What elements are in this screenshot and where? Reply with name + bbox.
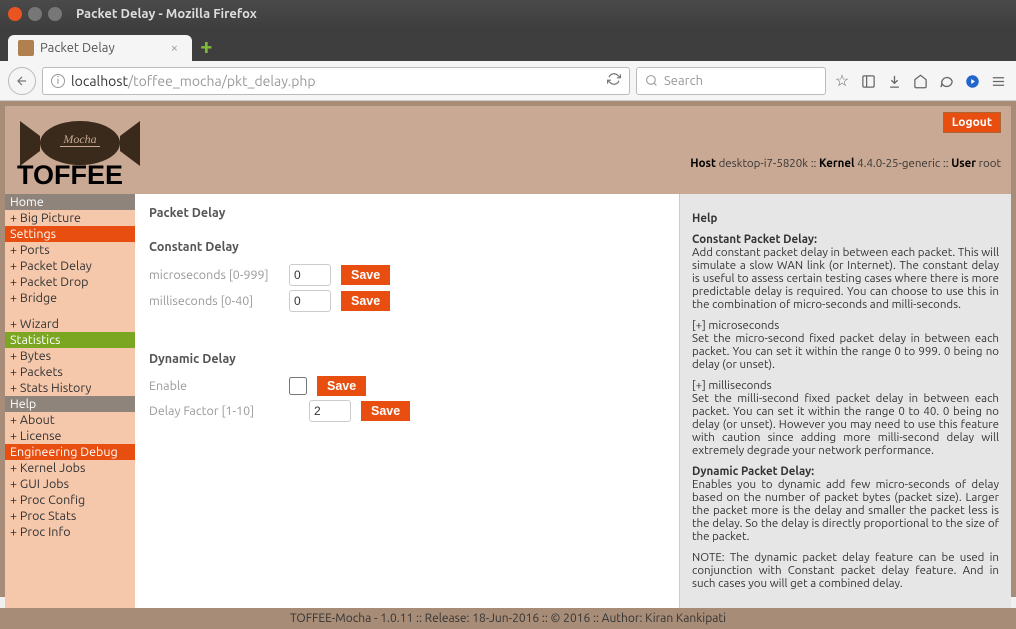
sidebar-help[interactable]: Help [5, 396, 135, 412]
save-enable-button[interactable]: Save [317, 376, 366, 396]
library-icon[interactable] [858, 72, 878, 90]
delay-factor-label: Delay Factor [1-10] [149, 404, 289, 418]
sidebar-about[interactable]: + About [5, 412, 135, 428]
microseconds-label: microseconds [0-999] [149, 268, 289, 282]
sidebar-ports[interactable]: + Ports [5, 242, 135, 258]
sidebar-gui-jobs[interactable]: + GUI Jobs [5, 476, 135, 492]
dynamic-delay-title: Dynamic Delay [149, 352, 665, 366]
help-milli-title: [+] milliseconds [692, 379, 772, 392]
reload-button[interactable] [607, 72, 621, 89]
home-icon[interactable] [910, 72, 930, 90]
svg-text:TOFFEE: TOFFEE [17, 160, 123, 186]
sidebar-statistics[interactable]: Statistics [5, 332, 135, 348]
sidebar-bytes[interactable]: + Bytes [5, 348, 135, 364]
enable-checkbox[interactable] [289, 377, 307, 395]
site-info-icon[interactable]: i [51, 74, 65, 88]
help-dpd-title: Dynamic Packet Delay: [692, 465, 814, 478]
reload-icon [607, 72, 621, 86]
search-icon [645, 74, 658, 87]
milliseconds-input[interactable] [289, 290, 331, 312]
help-micro-body: Set the micro-second fixed packet delay … [692, 332, 999, 371]
new-tab-button[interactable]: + [200, 34, 212, 59]
browser-tabstrip: Packet Delay × + [0, 28, 1016, 61]
sidebar-proc-config[interactable]: + Proc Config [5, 492, 135, 508]
sidebar-license[interactable]: + License [5, 428, 135, 444]
sidebar-packet-delay[interactable]: + Packet Delay [5, 258, 135, 274]
save-microseconds-button[interactable]: Save [341, 265, 390, 285]
enable-label: Enable [149, 379, 289, 393]
page-header: Mocha TOFFEE Logout Host desktop-i7-5820… [5, 106, 1011, 194]
search-placeholder: Search [664, 74, 703, 88]
delay-factor-input[interactable] [309, 400, 351, 422]
sidebar-kernel-jobs[interactable]: + Kernel Jobs [5, 460, 135, 476]
footer: TOFFEE-Mocha - 1.0.11 :: Release: 18-Jun… [0, 608, 1016, 629]
window-maximize-icon[interactable] [48, 7, 62, 21]
tab-title: Packet Delay [40, 41, 115, 55]
sidebar-stats-history[interactable]: + Stats History [5, 380, 135, 396]
url-text: localhost/toffee_mocha/pkt_delay.php [71, 73, 316, 89]
sidebar-big-picture[interactable]: + Big Picture [5, 210, 135, 226]
browser-toolbar: i localhost/toffee_mocha/pkt_delay.php S… [0, 61, 1016, 101]
help-dpd-body: Enables you to dynamic add few micro-sec… [692, 478, 999, 543]
svg-text:Mocha: Mocha [62, 132, 96, 146]
main-panel: Packet Delay Constant Delay microseconds… [135, 194, 679, 608]
sidebar-eng-debug[interactable]: Engineering Debug [5, 444, 135, 460]
sidebar: Home + Big Picture Settings + Ports + Pa… [5, 194, 135, 608]
window-minimize-icon[interactable] [28, 7, 42, 21]
chat-icon[interactable] [936, 72, 956, 90]
constant-delay-title: Constant Delay [149, 240, 665, 254]
milliseconds-label: milliseconds [0-40] [149, 294, 289, 308]
host-line: Host desktop-i7-5820k :: Kernel 4.4.0-25… [690, 157, 1001, 170]
sidebar-packet-drop[interactable]: + Packet Drop [5, 274, 135, 290]
arrow-left-icon [15, 74, 29, 88]
sidebar-packets[interactable]: + Packets [5, 364, 135, 380]
help-dpd-note: NOTE: The dynamic packet delay feature c… [692, 551, 999, 590]
save-delay-factor-button[interactable]: Save [361, 401, 410, 421]
sidebar-wizard[interactable]: + Wizard [5, 316, 135, 332]
page-viewport: Mocha TOFFEE Logout Host desktop-i7-5820… [0, 101, 1016, 597]
help-panel: Help Constant Packet Delay: Add constant… [679, 194, 1011, 608]
sidebar-proc-stats[interactable]: + Proc Stats [5, 508, 135, 524]
window-title: Packet Delay - Mozilla Firefox [76, 7, 257, 21]
back-button[interactable] [8, 67, 36, 95]
page-title: Packet Delay [149, 206, 665, 220]
help-micro-title: [+] microseconds [692, 319, 779, 332]
sidebar-proc-info[interactable]: + Proc Info [5, 524, 135, 540]
tab-close-icon[interactable]: × [171, 41, 178, 55]
sidebar-bridge[interactable]: + Bridge [5, 290, 135, 306]
help-cpd-title: Constant Packet Delay: [692, 233, 817, 246]
downloads-icon[interactable] [884, 72, 904, 90]
menu-icon[interactable] [988, 72, 1008, 90]
favicon-icon [18, 40, 34, 56]
toffee-logo: Mocha TOFFEE [15, 116, 145, 186]
window-close-icon[interactable] [8, 7, 22, 21]
search-field[interactable]: Search [636, 67, 826, 95]
browser-tab[interactable]: Packet Delay × [8, 35, 192, 61]
bookmark-star-icon[interactable]: ☆ [832, 71, 852, 90]
sidebar-settings[interactable]: Settings [5, 226, 135, 242]
media-icon[interactable] [962, 72, 982, 90]
url-field[interactable]: i localhost/toffee_mocha/pkt_delay.php [42, 67, 630, 95]
help-milli-body: Set the milli-second fixed packet delay … [692, 392, 999, 457]
logout-button[interactable]: Logout [943, 112, 1001, 133]
help-cpd-body: Add constant packet delay in between eac… [692, 246, 999, 311]
help-title: Help [692, 212, 717, 225]
sidebar-home[interactable]: Home [5, 194, 135, 210]
microseconds-input[interactable] [289, 264, 331, 286]
save-milliseconds-button[interactable]: Save [341, 291, 390, 311]
window-titlebar: Packet Delay - Mozilla Firefox [0, 0, 1016, 28]
